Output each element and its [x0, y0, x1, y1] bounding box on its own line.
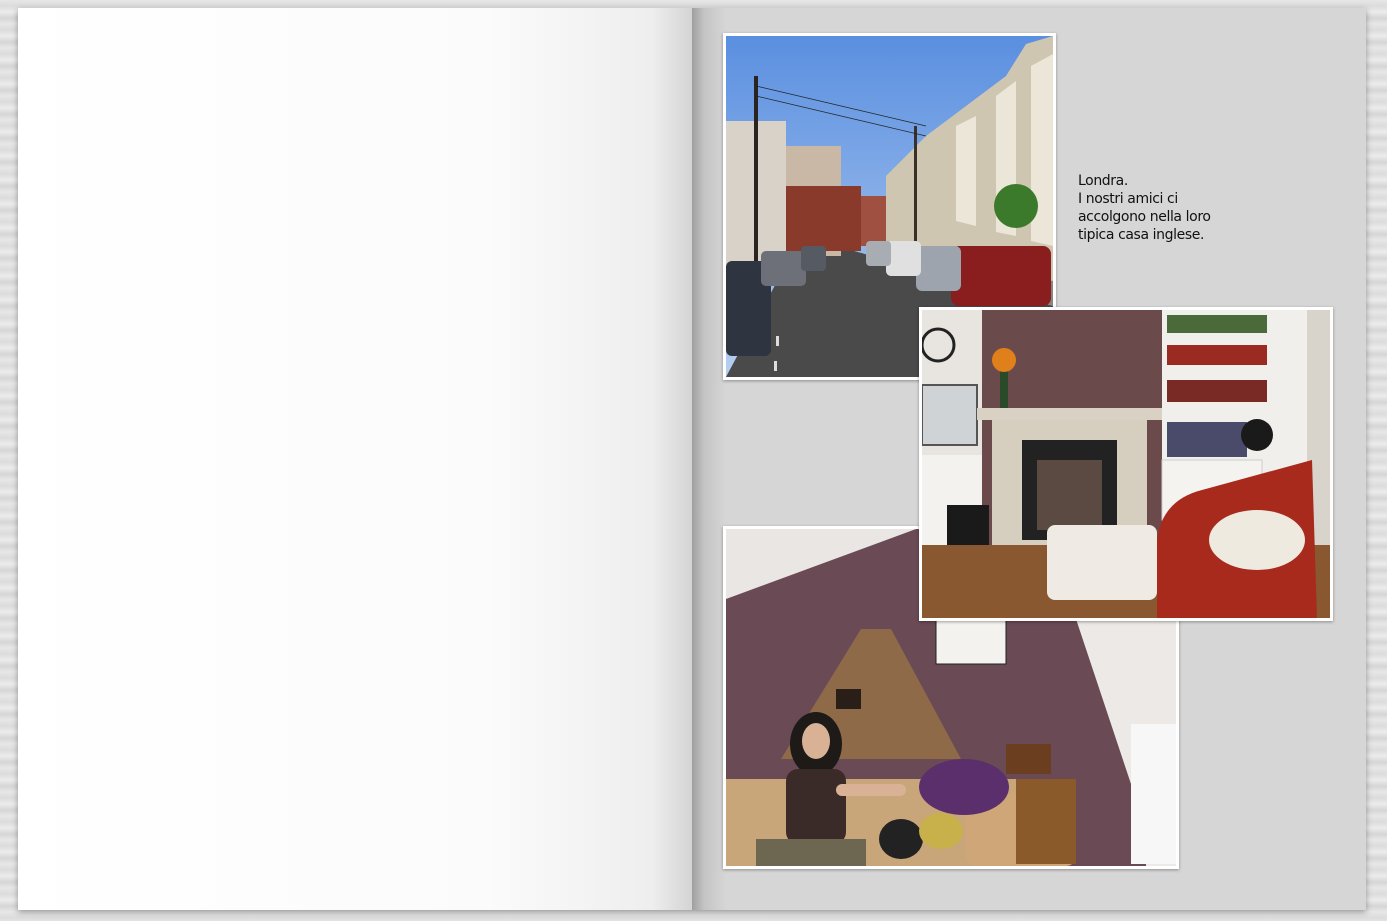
living-room-photo[interactable] — [919, 307, 1333, 621]
caption-line-4: tipica casa inglese. — [1078, 227, 1204, 243]
photo-caption: Londra. I nostri amici ci accolgono nell… — [1078, 172, 1278, 244]
photo-album: Londra. I nostri amici ci accolgono nell… — [18, 8, 1366, 910]
caption-line-2: I nostri amici ci — [1078, 191, 1178, 207]
caption-line-3: accolgono nella loro — [1078, 209, 1211, 225]
left-page-blank — [18, 8, 692, 910]
right-page: Londra. I nostri amici ci accolgono nell… — [692, 8, 1366, 910]
caption-line-1: Londra. — [1078, 173, 1128, 189]
living-room-photo-image — [922, 310, 1330, 618]
